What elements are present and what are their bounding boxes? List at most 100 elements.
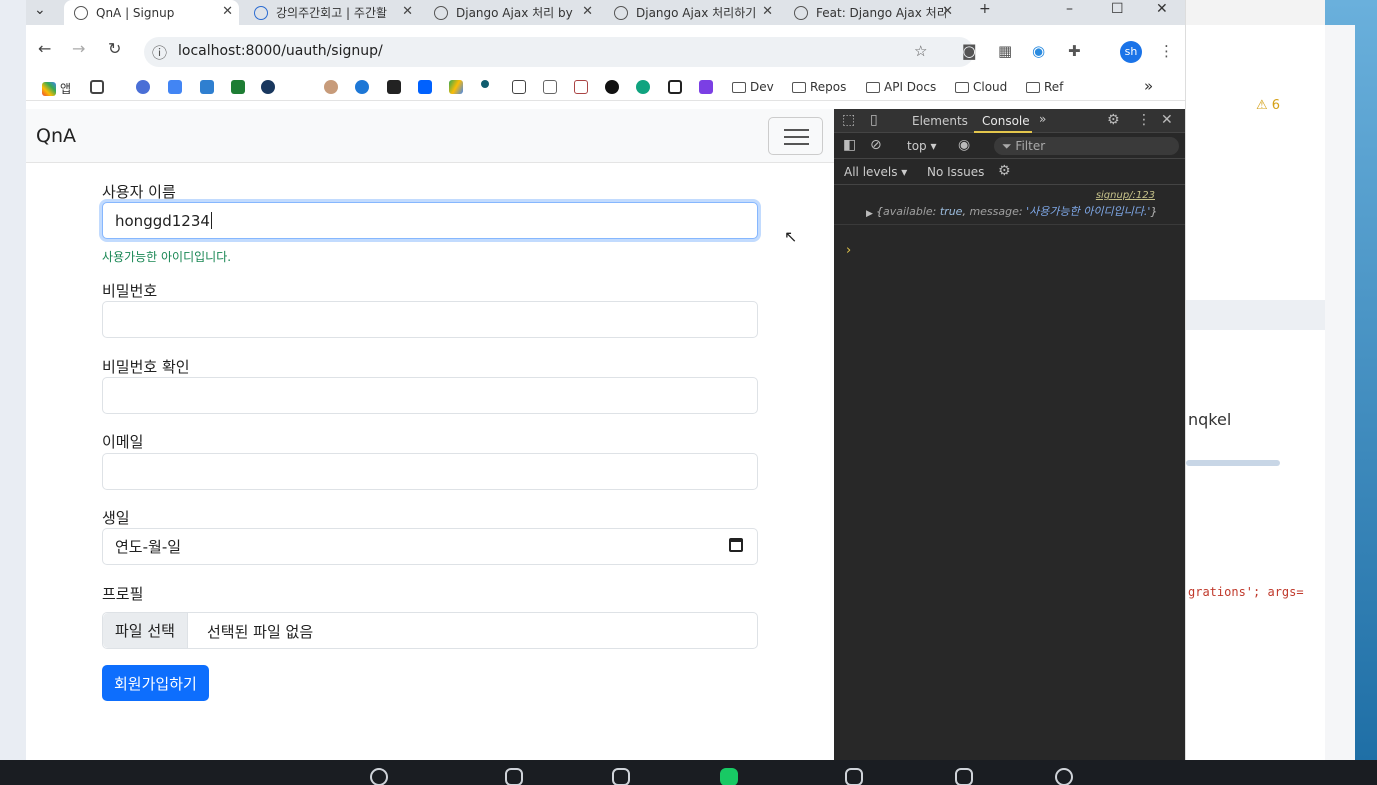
bookmark-item[interactable] — [261, 80, 275, 94]
bookmark-item[interactable] — [324, 80, 338, 94]
taskbar-icon[interactable] — [1055, 768, 1073, 785]
tab-django-ajax-1[interactable]: Django Ajax 처리 by ✕ — [424, 0, 599, 25]
reload-button[interactable]: ↻ — [108, 39, 121, 58]
taskbar-icon[interactable] — [720, 768, 738, 785]
back-button[interactable]: ← — [38, 39, 51, 58]
taskbar-icon[interactable] — [955, 768, 973, 785]
password-confirm-input[interactable] — [102, 377, 758, 414]
console-log-entry[interactable]: signup/:123 ▶ {available: true, message:… — [834, 185, 1185, 225]
taskbar-icon[interactable] — [612, 768, 630, 785]
live-expression-eye-icon[interactable]: ◉ — [958, 137, 970, 153]
close-devtools-icon[interactable]: ✕ — [1161, 112, 1173, 128]
bookmark-item[interactable] — [387, 80, 401, 94]
close-tab-icon[interactable]: ✕ — [402, 4, 413, 19]
mouse-cursor-icon: ↖ — [784, 227, 798, 246]
bookmarks-bar: 앱 Dev Repos API Docs Cloud Ref » — [26, 75, 1185, 101]
url-text[interactable]: localhost:8000/uauth/signup/ — [178, 43, 383, 59]
tab-feat-django-ajax[interactable]: Feat: Django Ajax 처리 ✕ — [784, 0, 959, 25]
signup-submit-button[interactable]: 회원가입하기 — [102, 665, 209, 701]
bookmark-item[interactable] — [355, 80, 369, 94]
bookmark-apps[interactable]: 앱 — [42, 80, 71, 97]
close-tab-icon[interactable]: ✕ — [762, 4, 773, 19]
log-levels-dropdown[interactable]: All levels ▾ — [844, 165, 907, 179]
sidebar-toggle-icon[interactable]: ◧ — [843, 137, 856, 153]
extensions-puzzle-icon[interactable]: ✚ — [1068, 42, 1081, 60]
folder-icon — [955, 81, 969, 93]
extension-icon[interactable]: ◉ — [1032, 42, 1045, 60]
bookmark-folder-cloud[interactable]: Cloud — [955, 80, 1007, 94]
bookmark-item[interactable] — [200, 80, 214, 94]
bookmark-item[interactable] — [449, 80, 463, 94]
bookmark-item[interactable] — [168, 80, 182, 94]
console-filter-input[interactable]: ⏷ Filter — [994, 137, 1179, 155]
extension-icon[interactable]: ▦ — [998, 42, 1012, 60]
new-tab-button[interactable]: + — [979, 1, 991, 17]
bookmark-folder-repos[interactable]: Repos — [792, 80, 846, 94]
taskbar-icon[interactable] — [505, 768, 523, 785]
tab-elements[interactable]: Elements — [912, 114, 968, 128]
bookmark-item[interactable] — [512, 80, 526, 94]
file-choose-button[interactable]: 파일 선택 — [103, 613, 188, 648]
taskbar-icon[interactable] — [845, 768, 863, 785]
openai-icon — [605, 80, 619, 94]
context-selector[interactable]: top ▾ — [907, 139, 937, 153]
more-tabs-icon[interactable]: » — [1039, 112, 1046, 126]
bookmark-star-icon[interactable]: ☆ — [914, 42, 927, 60]
bookmarks-overflow-button[interactable]: » — [1144, 77, 1153, 95]
log-source-link[interactable]: signup/:123 — [1096, 190, 1155, 201]
inspect-element-icon[interactable]: ⬚ — [842, 112, 855, 128]
forward-button[interactable]: → — [72, 39, 85, 58]
tab-qna-signup[interactable]: QnA | Signup ✕ — [64, 0, 239, 25]
issues-counter[interactable]: No Issues — [927, 165, 984, 179]
bookmark-grid[interactable] — [90, 80, 104, 94]
devtools-menu-icon[interactable]: ⋮ — [1137, 112, 1151, 128]
drive-icon — [449, 80, 463, 94]
navbar-brand[interactable]: QnA — [36, 125, 76, 147]
menu-kebab-icon[interactable]: ⋮ — [1159, 42, 1174, 60]
email-input[interactable] — [102, 453, 758, 490]
close-tab-icon[interactable]: ✕ — [222, 4, 233, 19]
console-settings-icon[interactable]: ⚙ — [998, 163, 1011, 179]
taskbar[interactable] — [0, 760, 1377, 785]
tab-search-icon[interactable]: ⌄ — [34, 2, 46, 18]
browser-window: ⌄ QnA | Signup ✕ 강의주간회고 | 주간활 ✕ Django A… — [26, 0, 1185, 760]
bookmark-item[interactable] — [605, 80, 619, 94]
camera-icon[interactable]: ◙ — [962, 42, 977, 60]
bookmark-item[interactable] — [668, 80, 682, 94]
bookmark-folder-ref[interactable]: Ref — [1026, 80, 1063, 94]
close-window-button[interactable]: ✕ — [1156, 1, 1168, 17]
maximize-button[interactable]: ☐ — [1111, 1, 1124, 17]
bookmark-item[interactable] — [636, 80, 650, 94]
calendar-icon[interactable] — [729, 538, 743, 552]
bookmark-item[interactable] — [231, 80, 245, 94]
bookmark-item[interactable] — [418, 80, 432, 94]
console-prompt[interactable]: › — [846, 243, 851, 258]
birthday-input[interactable]: 연도-월-일 — [102, 528, 758, 565]
profile-file-input[interactable]: 파일 선택 선택된 파일 없음 — [102, 612, 758, 649]
bookmark-item[interactable] — [543, 80, 557, 94]
navbar-toggler-button[interactable] — [768, 117, 823, 155]
bookmark-item[interactable] — [481, 80, 489, 88]
minimize-button[interactable]: – — [1066, 1, 1073, 17]
clear-console-icon[interactable]: ⊘ — [870, 137, 882, 153]
tab-console[interactable]: Console — [982, 114, 1030, 128]
device-toggle-icon[interactable]: ▯ — [870, 112, 878, 128]
taskbar-icon[interactable] — [370, 768, 388, 785]
signup-page: QnA 사용자 이름 honggd1234 사용가능한 아이디입니다. 비밀번호… — [26, 109, 834, 760]
bookmark-folder-dev[interactable]: Dev — [732, 80, 774, 94]
close-tab-icon[interactable]: ✕ — [942, 4, 953, 19]
tab-weekly-review[interactable]: 강의주간회고 | 주간활 ✕ — [244, 0, 419, 25]
bookmark-item[interactable] — [574, 80, 588, 94]
settings-gear-icon[interactable]: ⚙ — [1107, 112, 1120, 128]
username-input[interactable]: honggd1234 — [102, 202, 758, 239]
log-object: {available: true, message: '사용가능한 아이디입니다… — [876, 205, 1158, 218]
profile-avatar[interactable]: sh — [1120, 41, 1142, 63]
bookmark-item[interactable] — [136, 80, 150, 94]
tab-django-ajax-2[interactable]: Django Ajax 처리하기 ✕ — [604, 0, 779, 25]
close-tab-icon[interactable]: ✕ — [582, 4, 593, 19]
expand-arrow-icon[interactable]: ▶ — [866, 209, 873, 219]
site-info-icon[interactable]: ⓘ — [152, 42, 167, 63]
bookmark-folder-api-docs[interactable]: API Docs — [866, 80, 936, 94]
bookmark-item[interactable] — [699, 80, 713, 94]
password-input[interactable] — [102, 301, 758, 338]
